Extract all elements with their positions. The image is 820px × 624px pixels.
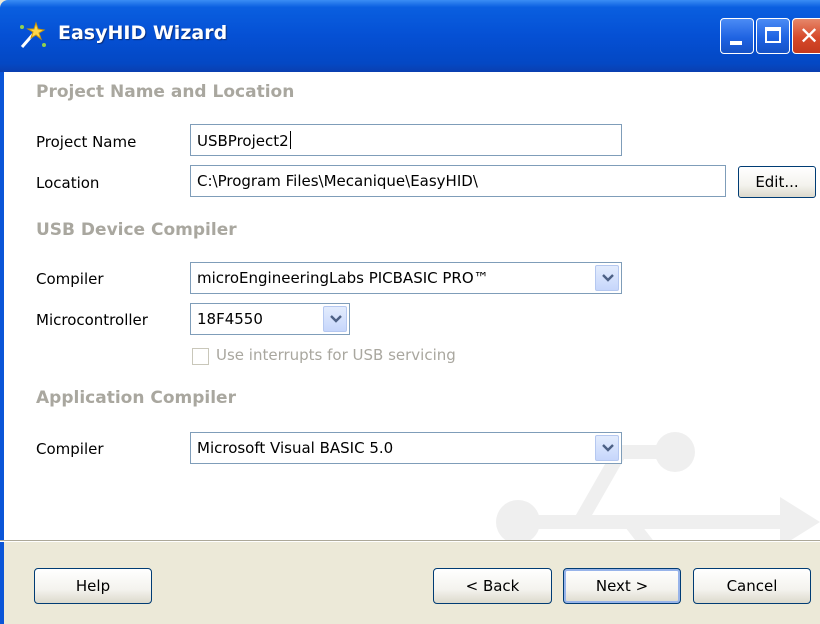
footer-divider-highlight xyxy=(0,541,820,542)
application-compiler-value: Microsoft Visual BASIC 5.0 xyxy=(197,439,394,457)
location-value: C:\Program Files\Mecanique\EasyHID\ xyxy=(197,172,478,190)
help-button[interactable]: Help xyxy=(34,568,152,604)
text-caret xyxy=(289,131,291,149)
project-name-input[interactable]: USBProject2 xyxy=(190,124,622,156)
minimize-icon xyxy=(730,41,742,45)
wand-sparkle-icon xyxy=(14,19,48,53)
chevron-down-icon[interactable] xyxy=(595,435,619,461)
application-compiler-label: Compiler xyxy=(36,440,104,458)
edit-location-button[interactable]: Edit... xyxy=(738,166,816,198)
project-section-heading: Project Name and Location xyxy=(36,82,295,102)
window-title: EasyHID Wizard xyxy=(58,22,228,44)
location-label: Location xyxy=(36,174,100,192)
title-bar[interactable]: EasyHID Wizard ✕ xyxy=(0,0,820,72)
application-section-heading: Application Compiler xyxy=(36,388,236,408)
maximize-button[interactable] xyxy=(756,18,790,54)
microcontroller-value: 18F4550 xyxy=(197,310,263,328)
device-compiler-value: microEngineeringLabs PICBASIC PRO™ xyxy=(197,269,489,287)
next-button[interactable]: Next > xyxy=(563,568,681,604)
microcontroller-select[interactable]: 18F4550 xyxy=(190,303,350,335)
device-compiler-select[interactable]: microEngineeringLabs PICBASIC PRO™ xyxy=(190,262,622,294)
chevron-down-icon[interactable] xyxy=(595,265,619,291)
application-compiler-select[interactable]: Microsoft Visual BASIC 5.0 xyxy=(190,432,622,464)
project-name-value: USBProject2 xyxy=(197,132,289,150)
close-icon: ✕ xyxy=(799,22,820,50)
location-input[interactable]: C:\Program Files\Mecanique\EasyHID\ xyxy=(190,165,726,197)
wizard-content: Project Name and Location Project Name U… xyxy=(0,72,820,540)
usb-interrupts-label: Use interrupts for USB servicing xyxy=(216,346,456,364)
microcontroller-label: Microcontroller xyxy=(36,311,148,329)
project-name-label: Project Name xyxy=(36,133,137,151)
cancel-button[interactable]: Cancel xyxy=(693,568,811,604)
maximize-icon xyxy=(765,27,781,43)
device-section-heading: USB Device Compiler xyxy=(36,220,237,240)
back-button[interactable]: < Back xyxy=(433,568,552,604)
minimize-button[interactable] xyxy=(720,18,754,54)
device-compiler-label: Compiler xyxy=(36,270,104,288)
usb-interrupts-checkbox[interactable] xyxy=(192,348,209,365)
chevron-down-icon[interactable] xyxy=(323,306,347,332)
close-button[interactable]: ✕ xyxy=(792,18,820,54)
